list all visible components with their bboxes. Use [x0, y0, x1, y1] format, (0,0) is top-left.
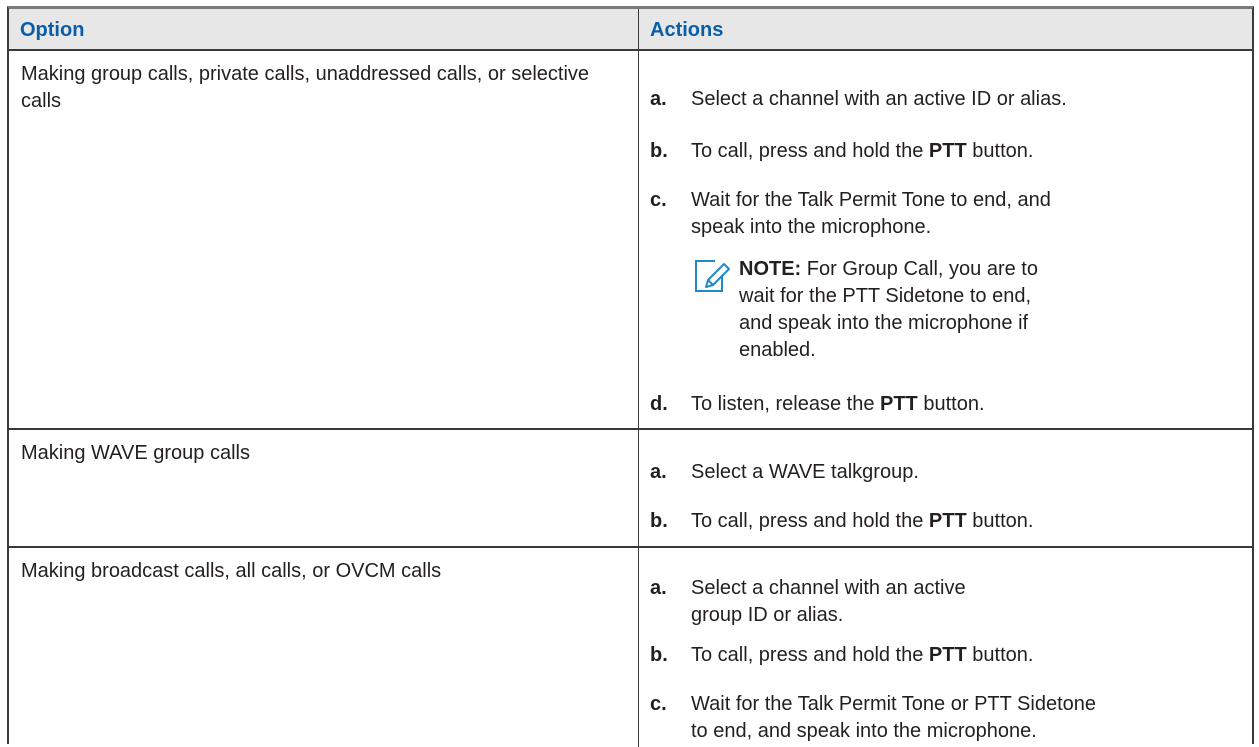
step-text: Select a channel with an active group ID… — [691, 577, 966, 626]
header-option: Option — [9, 9, 639, 49]
step-letter: a. — [650, 88, 667, 110]
step-item: c. Wait for the Talk Permit Tone or PTT … — [650, 691, 1097, 745]
note-label: NOTE: — [739, 258, 802, 280]
table-row: Making WAVE group calls a. Select a WAVE… — [9, 430, 1252, 548]
step-item: c. Wait for the Talk Permit Tone to end,… — [650, 187, 1052, 241]
step-text: Wait for the Talk Permit Tone to end, an… — [691, 189, 1051, 238]
step-letter: c. — [650, 189, 667, 211]
step-text-pre: To call, press and hold the — [691, 644, 929, 666]
step-text-post: button. — [917, 393, 985, 415]
option-cell: Making broadcast calls, all calls, or OV… — [9, 548, 639, 747]
step-text-pre: To listen, release the — [691, 393, 880, 415]
option-cell: Making WAVE group calls — [9, 430, 639, 546]
step-item: b. To call, press and hold the PTT butto… — [650, 508, 1232, 535]
step-text-pre: To call, press and hold the — [691, 140, 929, 162]
step-letter: b. — [650, 510, 668, 532]
step-text-bold: PTT — [880, 393, 918, 415]
step-item: d. To listen, release the PTT button. — [650, 391, 1232, 418]
table-row: Making broadcast calls, all calls, or OV… — [9, 548, 1252, 747]
actions-cell: a. Select a channel with an active ID or… — [639, 51, 1252, 428]
step-text: Select a channel with an active ID or al… — [691, 88, 1067, 110]
step-letter: a. — [650, 461, 667, 483]
actions-cell: a. Select a WAVE talkgroup. b. To call, … — [639, 430, 1252, 546]
step-text-post: button. — [966, 510, 1034, 532]
step-item: a. Select a channel with an active group… — [650, 575, 992, 629]
actions-cell: a. Select a channel with an active group… — [639, 548, 1252, 747]
step-item: a. Select a WAVE talkgroup. — [650, 459, 1232, 486]
step-text: To call, press and hold the PTT button. — [691, 642, 1232, 669]
table-row: Making group calls, private calls, unadd… — [9, 51, 1252, 430]
step-text-pre: To call, press and hold the — [691, 510, 929, 532]
step-text: To call, press and hold the PTT button. — [691, 508, 1232, 535]
step-text: To call, press and hold the PTT button. — [691, 138, 1232, 165]
step-letter: b. — [650, 644, 668, 666]
step-letter: c. — [650, 693, 667, 715]
step-text-bold: PTT — [928, 644, 967, 666]
step-text: Wait for the Talk Permit Tone or PTT Sid… — [691, 693, 1096, 742]
note-text: NOTE: For Group Call, you are to wait fo… — [739, 256, 1059, 364]
step-text: Select a WAVE talkgroup. — [691, 461, 919, 483]
step-text: To listen, release the PTT button. — [691, 391, 1232, 418]
options-actions-table: Option Actions Making group calls, priva… — [7, 6, 1254, 747]
note-pencil-icon — [693, 258, 731, 296]
step-letter: a. — [650, 577, 667, 599]
option-cell: Making group calls, private calls, unadd… — [9, 51, 639, 428]
table-header-row: Option Actions — [9, 9, 1252, 51]
step-text-bold: PTT — [928, 140, 967, 162]
step-text-bold: PTT — [928, 510, 967, 532]
step-text-post: button. — [966, 140, 1034, 162]
note-block: NOTE: For Group Call, you are to wait fo… — [693, 256, 1232, 364]
step-item: a. Select a channel with an active ID or… — [650, 86, 1232, 113]
step-letter: b. — [650, 140, 668, 162]
step-letter: d. — [650, 393, 668, 415]
header-actions: Actions — [650, 19, 724, 41]
step-item: b. To call, press and hold the PTT butto… — [650, 138, 1232, 165]
step-item: b. To call, press and hold the PTT butto… — [650, 642, 1232, 669]
step-text-post: button. — [966, 644, 1034, 666]
